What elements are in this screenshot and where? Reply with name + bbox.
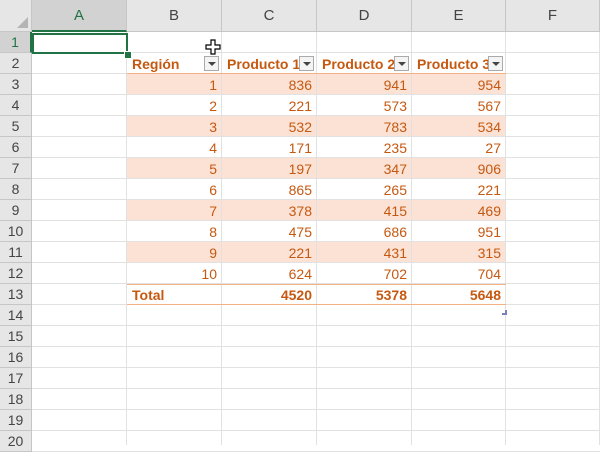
row-header-17[interactable]: 17: [0, 368, 32, 389]
value-cell[interactable]: 567: [412, 95, 506, 116]
value-cell[interactable]: 573: [317, 95, 412, 116]
value-cell[interactable]: 315: [412, 242, 506, 263]
row-header-12[interactable]: 12: [0, 263, 32, 284]
row-header-10[interactable]: 10: [0, 221, 32, 242]
column-header-a[interactable]: A: [32, 0, 127, 32]
value-cell[interactable]: 221: [412, 179, 506, 200]
row-header-3[interactable]: 3: [0, 74, 32, 95]
select-all-button[interactable]: [0, 0, 32, 32]
row-header-5[interactable]: 5: [0, 116, 32, 137]
row-header-6[interactable]: 6: [0, 137, 32, 158]
row-header-15[interactable]: 15: [0, 326, 32, 347]
table-header-cell[interactable]: Producto 2: [317, 53, 394, 74]
total-label[interactable]: Total: [127, 284, 222, 305]
region-cell[interactable]: 9: [127, 242, 222, 263]
row-header-2[interactable]: 2: [0, 53, 32, 74]
gridline-horizontal: [32, 430, 600, 431]
row-header-16[interactable]: 16: [0, 347, 32, 368]
value-cell[interactable]: 347: [317, 158, 412, 179]
row-header-19[interactable]: 19: [0, 410, 32, 431]
move-cursor-icon: [205, 39, 221, 55]
value-cell[interactable]: 704: [412, 263, 506, 284]
value-cell[interactable]: 378: [222, 200, 317, 221]
value-cell[interactable]: 469: [412, 200, 506, 221]
value-cell[interactable]: 221: [222, 95, 317, 116]
table-bottom-rule: [127, 304, 506, 305]
spreadsheet-grid: A B C D E F 1 2 3 4 5 6 7 8 9 10 11 12 13 14 15 16 17 18 19 20 Reg…: [0, 0, 600, 452]
gridline-horizontal: [32, 325, 600, 326]
row-header-4[interactable]: 4: [0, 95, 32, 116]
region-cell[interactable]: 4: [127, 137, 222, 158]
table-header-cell[interactable]: Región: [127, 53, 204, 74]
region-cell[interactable]: 3: [127, 116, 222, 137]
value-cell[interactable]: 624: [222, 263, 317, 284]
value-cell[interactable]: 415: [317, 200, 412, 221]
row-header-1[interactable]: 1: [0, 32, 32, 53]
value-cell[interactable]: 532: [222, 116, 317, 137]
total-value-cell[interactable]: 5378: [317, 284, 412, 305]
active-cell-a1[interactable]: [32, 33, 128, 54]
filter-dropdown-icon[interactable]: [488, 56, 503, 71]
filter-dropdown-icon[interactable]: [299, 56, 314, 71]
region-cell[interactable]: 5: [127, 158, 222, 179]
region-cell[interactable]: 6: [127, 179, 222, 200]
column-header-e[interactable]: E: [412, 0, 506, 32]
value-cell[interactable]: 865: [222, 179, 317, 200]
total-value-cell[interactable]: 5648: [412, 284, 506, 305]
table-header-cell[interactable]: Producto 3: [412, 53, 488, 74]
value-cell[interactable]: 171: [222, 137, 317, 158]
value-cell[interactable]: 534: [412, 116, 506, 137]
column-header-c[interactable]: C: [222, 0, 317, 32]
value-cell[interactable]: 783: [317, 116, 412, 137]
row-header-8[interactable]: 8: [0, 179, 32, 200]
region-cell[interactable]: 2: [127, 95, 222, 116]
row-header-9[interactable]: 9: [0, 200, 32, 221]
gridline-horizontal: [32, 367, 600, 368]
column-header-d[interactable]: D: [317, 0, 412, 32]
column-header-f[interactable]: F: [506, 0, 600, 32]
column-header-b[interactable]: B: [127, 0, 222, 32]
row-header-13[interactable]: 13: [0, 284, 32, 305]
row-header-20[interactable]: 20: [0, 431, 32, 452]
value-cell[interactable]: 235: [317, 137, 412, 158]
value-cell[interactable]: 836: [222, 74, 317, 95]
value-cell[interactable]: 221: [222, 242, 317, 263]
filter-dropdown-icon[interactable]: [394, 56, 409, 71]
value-cell[interactable]: 686: [317, 221, 412, 242]
region-cell[interactable]: 8: [127, 221, 222, 242]
total-value-cell[interactable]: 4520: [222, 284, 317, 305]
table-header-cell[interactable]: Producto 1: [222, 53, 299, 74]
gridline-horizontal: [32, 346, 600, 347]
row-header-11[interactable]: 11: [0, 242, 32, 263]
value-cell[interactable]: 702: [317, 263, 412, 284]
table-resize-handle[interactable]: [502, 310, 507, 315]
gridline-horizontal: [32, 409, 600, 410]
row-header-14[interactable]: 14: [0, 305, 32, 326]
fill-handle[interactable]: [124, 51, 132, 59]
value-cell[interactable]: 27: [412, 137, 506, 158]
value-cell[interactable]: 906: [412, 158, 506, 179]
region-cell[interactable]: 7: [127, 200, 222, 221]
value-cell[interactable]: 431: [317, 242, 412, 263]
value-cell[interactable]: 951: [412, 221, 506, 242]
filter-dropdown-icon[interactable]: [204, 56, 219, 71]
value-cell[interactable]: 265: [317, 179, 412, 200]
row-header-18[interactable]: 18: [0, 389, 32, 410]
row-header-7[interactable]: 7: [0, 158, 32, 179]
value-cell[interactable]: 941: [317, 74, 412, 95]
region-cell[interactable]: 1: [127, 74, 222, 95]
value-cell[interactable]: 197: [222, 158, 317, 179]
gridline-horizontal: [32, 388, 600, 389]
value-cell[interactable]: 475: [222, 221, 317, 242]
region-cell[interactable]: 10: [127, 263, 222, 284]
value-cell[interactable]: 954: [412, 74, 506, 95]
